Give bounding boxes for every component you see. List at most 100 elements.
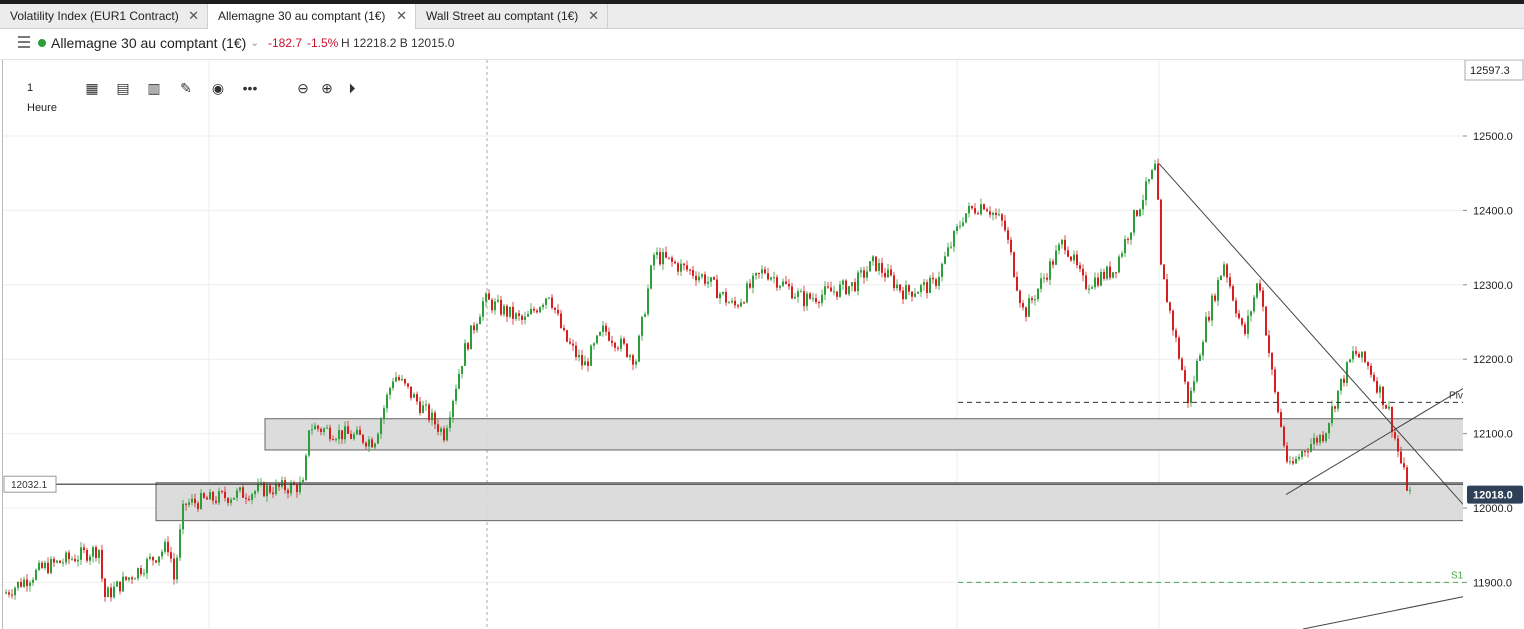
candle-body [1133, 210, 1135, 233]
candle-body [719, 293, 721, 299]
candle-body [347, 426, 349, 434]
candle-body [890, 269, 892, 276]
candle-body [662, 252, 664, 265]
candle-body [1391, 406, 1393, 433]
candle-body [200, 493, 202, 510]
timeframe-selector[interactable]: 1 Heure [27, 78, 57, 114]
candle-body [1385, 405, 1387, 409]
candle-body [446, 428, 448, 441]
candle-body [1013, 252, 1015, 277]
instrument-header: Allemagne 30 au comptant (1€) ⌄ -182.7 -… [0, 29, 1524, 60]
candle-body [635, 361, 637, 365]
close-icon[interactable]: ✕ [188, 4, 199, 28]
price-tick-label: 12100.0 [1473, 429, 1513, 441]
instrument-name[interactable]: Allemagne 30 au comptant (1€) [51, 35, 246, 51]
candle-body [1265, 306, 1267, 336]
price-change-percent: -1.5% [307, 36, 339, 50]
chevron-down-icon[interactable]: ⌄ [250, 36, 259, 49]
play-forward-icon[interactable]: ⏵ [344, 80, 360, 96]
candle-body [1052, 261, 1054, 265]
candle-body [647, 288, 649, 315]
candle-body [1319, 434, 1321, 443]
candle-body [242, 487, 244, 498]
candle-body [827, 286, 829, 288]
candle-body [1235, 300, 1237, 314]
candle-body [830, 287, 832, 292]
bar-chart-icon[interactable]: ▥ [146, 80, 162, 96]
candle-body [716, 279, 718, 299]
candle-body [1364, 351, 1366, 363]
candle-body [905, 285, 907, 300]
candle-body [410, 386, 412, 398]
price-change: -182.7 [268, 36, 303, 50]
candle-body [44, 562, 46, 569]
candle-body [389, 388, 391, 395]
candle-body [512, 306, 514, 319]
eye-icon[interactable]: ◉ [210, 80, 226, 96]
candle-body [1097, 277, 1099, 286]
candle-body [1232, 286, 1234, 301]
candle-body [32, 579, 34, 583]
current-price: 12018.0 [1473, 490, 1513, 502]
candle-body [1058, 244, 1060, 251]
draw-pencil-icon[interactable]: ✎ [178, 80, 194, 96]
zoom-out-icon[interactable]: ⊖ [295, 80, 311, 96]
candle-body [335, 439, 337, 441]
candle-body [935, 279, 937, 286]
candle-body [551, 297, 553, 308]
candle-body [353, 434, 355, 439]
candle-body [1229, 277, 1231, 287]
candle-body [1406, 467, 1408, 491]
candle-type-icon[interactable]: ▦ [84, 80, 100, 96]
chart-canvas[interactable]: Piv S1 12597.3 12500.0 12400.0 12300.0 12200.… [3, 60, 1524, 629]
candle-body [191, 498, 193, 503]
tab-wall-street[interactable]: Wall Street au comptant (1€) ✕ [416, 4, 608, 28]
trend-lines: Piv S1 [55, 163, 1524, 629]
candle-body [893, 275, 895, 289]
candle-body [536, 310, 538, 313]
candle-body [914, 293, 916, 297]
tab-allemagne-30[interactable]: Allemagne 30 au comptant (1€) ✕ [208, 4, 416, 29]
candle-body [131, 577, 133, 580]
candle-body [506, 305, 508, 317]
candle-body [317, 425, 319, 429]
zoom-in-icon[interactable]: ⊕ [319, 80, 335, 96]
candle-body [836, 291, 838, 297]
candle-body [722, 292, 724, 294]
candle-body [281, 480, 283, 487]
candle-body [1028, 298, 1030, 317]
candle-body [611, 340, 613, 343]
tab-volatility-index[interactable]: Volatility Index (EUR1 Contract) ✕ [0, 4, 208, 28]
candle-body [395, 377, 397, 382]
candle-body [233, 497, 235, 500]
candle-body [452, 400, 454, 418]
menu-icon[interactable] [18, 36, 30, 48]
candle-body [947, 247, 949, 257]
candle-body [1076, 254, 1078, 266]
candle-body [842, 280, 844, 285]
more-icon[interactable]: ••• [242, 80, 258, 96]
candle-body [860, 270, 862, 273]
candle-body [350, 433, 352, 439]
candle-body [671, 257, 673, 262]
candle-body [377, 433, 379, 444]
candle-body [668, 257, 670, 259]
candle-body [929, 277, 931, 294]
candle-body [59, 560, 61, 563]
close-icon[interactable]: ✕ [588, 4, 599, 28]
price-chart[interactable]: Piv S1 12597.3 12500.0 12400.0 12300.0 12200.… [2, 60, 1524, 629]
candle-body [1025, 307, 1027, 317]
candle-body [134, 578, 136, 580]
candle-body [143, 573, 145, 575]
candle-body [323, 428, 325, 433]
candle-body [1175, 330, 1177, 338]
candle-body [1310, 444, 1312, 452]
candle-body [776, 277, 778, 288]
indicators-icon[interactable]: ▤ [115, 80, 131, 96]
candle-body [1226, 264, 1228, 278]
candle-body [683, 263, 685, 266]
candle-body [1289, 461, 1291, 463]
candle-body [728, 302, 730, 304]
candle-body [758, 273, 760, 275]
close-icon[interactable]: ✕ [396, 4, 407, 28]
